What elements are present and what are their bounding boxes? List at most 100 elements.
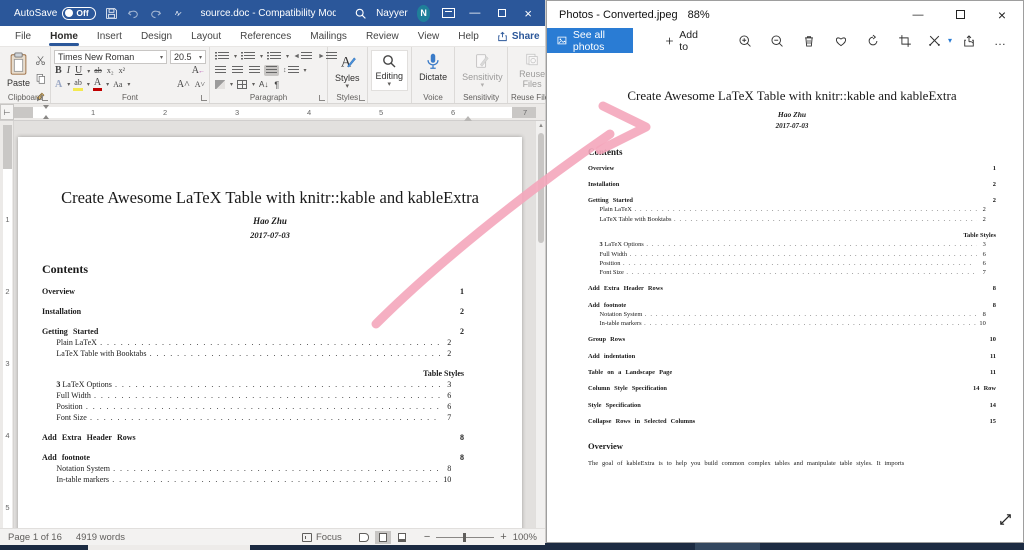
italic-button[interactable] <box>66 66 71 76</box>
copy-icon[interactable] <box>35 71 46 89</box>
shading-button[interactable] <box>213 79 227 90</box>
superscript-button[interactable] <box>118 66 126 76</box>
font-size-select[interactable]: 20.5▾ <box>170 50 206 64</box>
ribbon-tab[interactable]: Review <box>365 28 400 45</box>
ribbon-tab[interactable]: View <box>417 28 441 45</box>
ribbon-tab[interactable]: Layout <box>190 28 222 45</box>
borders-button[interactable] <box>235 79 249 90</box>
photos-maximize-button[interactable] <box>939 1 981 28</box>
edit-create-icon[interactable] <box>920 34 950 47</box>
focus-mode-button[interactable]: Focus <box>302 532 342 543</box>
indent-marker[interactable] <box>43 105 50 119</box>
bold-button[interactable] <box>54 66 63 76</box>
redo-icon[interactable] <box>149 5 162 21</box>
numbering-button[interactable] <box>239 51 257 62</box>
photos-close-button[interactable]: × <box>981 1 1023 28</box>
underline-button[interactable] <box>74 66 83 76</box>
favorite-heart-icon[interactable] <box>826 34 856 48</box>
ribbon-tab[interactable]: Home <box>49 28 79 45</box>
taskbar-app-segment-2[interactable] <box>695 543 760 550</box>
change-case-button[interactable] <box>112 80 123 90</box>
line-spacing-button[interactable]: ↕ <box>281 65 301 76</box>
page-info[interactable]: Page 1 of 16 <box>8 532 62 543</box>
search-icon[interactable] <box>354 5 367 21</box>
photos-minimize-button[interactable]: — <box>897 1 939 28</box>
add-to-button[interactable]: Add to <box>665 29 702 53</box>
styles-label: Styles <box>335 73 360 83</box>
tab-stop-selector[interactable]: ⊢ <box>0 104 14 120</box>
zoom-in-button[interactable]: + <box>500 531 506 543</box>
dictate-button[interactable]: Dictate <box>415 50 451 91</box>
ribbon-tab[interactable]: Design <box>140 28 173 45</box>
align-left-button[interactable] <box>213 65 228 76</box>
autosave-toggle[interactable]: Off <box>62 7 95 20</box>
right-indent-marker[interactable] <box>464 112 472 121</box>
zoom-in-icon[interactable] <box>730 34 760 48</box>
zoom-level[interactable]: 100% <box>513 532 537 543</box>
ribbon-tab[interactable]: Mailings <box>309 28 348 45</box>
photos-image-view[interactable]: Create Awesome LaTeX Table with knitr::k… <box>547 53 1023 542</box>
strikethrough-button[interactable] <box>93 66 103 76</box>
expand-icon[interactable] <box>998 512 1013 532</box>
minimize-button[interactable]: — <box>466 2 484 24</box>
read-mode-button[interactable] <box>356 531 372 544</box>
avatar[interactable]: N <box>417 5 431 22</box>
zoom-out-icon[interactable] <box>762 34 792 48</box>
clear-formatting-button[interactable] <box>191 66 206 76</box>
styles-dialog-launcher[interactable] <box>359 95 365 101</box>
edit-create-chevron-icon[interactable]: ▾ <box>948 36 952 45</box>
vertical-scrollbar[interactable]: ▲ <box>535 121 545 528</box>
font-color-button[interactable] <box>93 78 102 91</box>
styles-button[interactable]: Styles ▾ <box>331 50 364 91</box>
font-dialog-launcher[interactable] <box>201 95 207 101</box>
close-button[interactable]: × <box>519 2 537 24</box>
subscript-button[interactable] <box>106 66 115 76</box>
print-layout-button[interactable] <box>375 531 391 544</box>
ribbon-tab[interactable]: File <box>14 28 32 45</box>
share-icon[interactable] <box>954 34 984 48</box>
undo-icon[interactable] <box>127 5 140 21</box>
zoom-slider[interactable] <box>436 537 494 538</box>
decrease-indent-button[interactable]: ◄ <box>291 51 314 62</box>
sort-button[interactable] <box>257 79 270 90</box>
autosave-control[interactable]: AutoSave Off <box>14 7 96 20</box>
word-page[interactable]: Create Awesome LaTeX Table with knitr::k… <box>18 137 522 528</box>
rotate-icon[interactable] <box>858 34 888 48</box>
ribbon-tab[interactable]: References <box>239 28 292 45</box>
scroll-up-icon[interactable]: ▲ <box>536 123 545 129</box>
multilevel-list-button[interactable] <box>265 51 283 62</box>
text-effects-button[interactable] <box>54 80 63 90</box>
align-right-button[interactable] <box>247 65 262 76</box>
highlight-color-button[interactable] <box>73 78 83 91</box>
grow-font-button[interactable] <box>176 80 191 90</box>
share-button[interactable]: Share <box>497 31 540 42</box>
clipboard-dialog-launcher[interactable] <box>42 95 48 101</box>
scrollbar-thumb[interactable] <box>538 133 544 243</box>
ribbon-tab[interactable]: Help <box>457 28 480 45</box>
font-name-select[interactable]: Times New Roman▾ <box>54 50 167 64</box>
shrink-font-button[interactable] <box>194 80 206 90</box>
show-formatting-button[interactable] <box>272 79 281 91</box>
align-center-button[interactable] <box>230 65 245 76</box>
paste-button[interactable]: Paste <box>3 50 34 91</box>
customize-qat-chevron-icon[interactable]: ˄̷ <box>171 5 184 21</box>
see-all-photos-button[interactable]: See all photos <box>547 28 633 53</box>
user-name[interactable]: Nayyer <box>376 8 408 19</box>
sensitivity-button[interactable]: Sensitivity ▾ <box>458 50 507 91</box>
see-more-button[interactable]: … <box>986 34 1015 48</box>
crop-icon[interactable] <box>890 34 920 48</box>
zoom-slider-thumb[interactable] <box>463 533 466 542</box>
cut-icon[interactable] <box>35 53 46 71</box>
word-count[interactable]: 4919 words <box>76 532 125 543</box>
save-icon[interactable] <box>105 5 118 21</box>
ribbon-tab[interactable]: Insert <box>96 28 123 45</box>
zoom-out-button[interactable]: − <box>424 531 430 543</box>
justify-button[interactable] <box>264 65 279 76</box>
paragraph-dialog-launcher[interactable] <box>319 95 325 101</box>
editing-button[interactable]: Editing ▾ <box>371 50 409 91</box>
ribbon-display-options-button[interactable] <box>439 2 457 24</box>
delete-icon[interactable] <box>794 34 824 48</box>
bullets-button[interactable] <box>213 51 231 62</box>
maximize-button[interactable] <box>493 2 511 24</box>
web-layout-button[interactable] <box>394 531 410 544</box>
